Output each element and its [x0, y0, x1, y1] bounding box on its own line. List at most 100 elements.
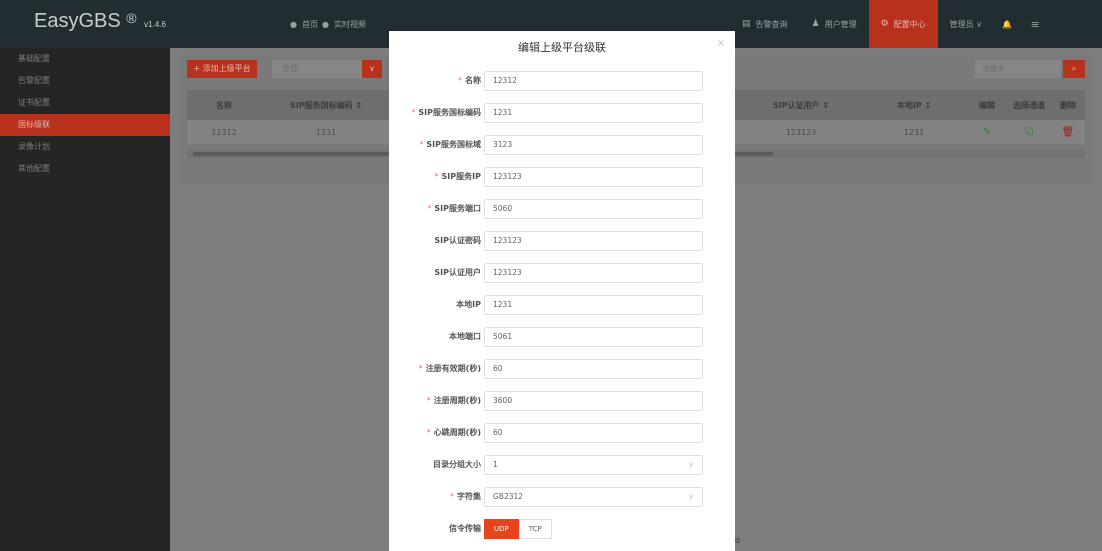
delete-icon[interactable]: 🗑 [1051, 120, 1085, 144]
logo-text: EasyGBS [34, 10, 121, 32]
col-local-ip[interactable]: 本地IP ↕ [861, 90, 967, 120]
cell-sip-code: 1231 [315, 127, 337, 137]
select-value: GB2312 [493, 492, 524, 501]
logo-reg-mark: ® [126, 10, 137, 26]
sidebar: 基础配置 告警配置 证书配置 国标级联 录像计划 其他配置 [0, 48, 170, 551]
field-label: 字符集 [457, 492, 481, 501]
dialog-title: 编辑上级平台级联 [518, 41, 606, 54]
register-expiry-input[interactable]: 60 [484, 359, 703, 379]
bell-icon: 🔔 [1002, 19, 1013, 29]
sip-code-input[interactable]: 1231 [484, 103, 703, 123]
field-heartbeat-interval: * 心跳周期(秒) 60 [389, 423, 735, 443]
field-register-interval: * 注册周期(秒) 3600 [389, 391, 735, 411]
sidebar-item-gb-cascade[interactable]: 国标级联 [0, 114, 170, 136]
top-nav: ▤ 告警查询 ♟ 用户管理 ⚙ 配置中心 管理员 ∨ 🔔 ≡ [730, 0, 1050, 48]
catalog-group-size-select[interactable]: 1 ∨ [484, 455, 703, 475]
required-mark: * [434, 172, 439, 181]
sidebar-item-cert-config[interactable]: 证书配置 [0, 92, 170, 114]
col-auth-user[interactable]: SIP认证用户 ↕ [741, 90, 861, 120]
nav-home-label: 首页 [301, 19, 318, 29]
home-icon: ● [290, 19, 297, 29]
cell-name: 12312 [211, 127, 237, 137]
transport-udp-button[interactable]: UDP [484, 519, 519, 539]
sidebar-item-record-plan[interactable]: 录像计划 [0, 136, 170, 158]
col-sip-code[interactable]: SIP服务国标编码 ↕ [261, 90, 391, 120]
required-mark: * [411, 108, 416, 117]
hamburger-icon: ≡ [1030, 17, 1040, 31]
heartbeat-interval-input[interactable]: 60 [484, 423, 703, 443]
select-value: 1 [493, 460, 498, 469]
field-label: SIP服务IP [441, 172, 481, 181]
notification-button[interactable]: 🔔 [994, 0, 1020, 48]
field-label: SIP认证密码 [434, 236, 481, 245]
field-label: 本地IP [456, 300, 481, 309]
edit-icon[interactable]: ✎ [967, 120, 1007, 144]
field-catalog-group-size: 目录分组大小 1 ∨ [389, 455, 735, 475]
nav-live-video-label: 实时视频 [333, 19, 366, 29]
charset-select[interactable]: GB2312 ∨ [484, 487, 703, 507]
admin-dropdown[interactable]: 管理员 ∨ [938, 0, 994, 48]
sidebar-item-alarm-config[interactable]: 告警配置 [0, 70, 170, 92]
search-icon[interactable]: ⌕ [1063, 60, 1085, 78]
nav-config-center[interactable]: ⚙ 配置中心 [868, 0, 938, 48]
field-sip-port: * SIP服务端口 5060 [389, 199, 735, 219]
field-label: 本地端口 [449, 332, 481, 341]
field-label: 目录分组大小 [433, 460, 481, 469]
sip-auth-user-input[interactable]: 123123 [484, 263, 703, 283]
transport-tcp-button[interactable]: TCP [518, 519, 552, 539]
required-mark: * [426, 428, 431, 437]
cell-local-ip: 1231 [903, 127, 925, 137]
chevron-down-icon: ∨ [688, 492, 694, 501]
close-icon[interactable]: × [717, 38, 725, 49]
field-label: 注册周期(秒) [433, 396, 481, 405]
field-charset: * 字符集 GB2312 ∨ [389, 487, 735, 507]
sidebar-item-other-config[interactable]: 其他配置 [0, 158, 170, 180]
field-label: 名称 [465, 76, 481, 85]
register-interval-input[interactable]: 3600 [484, 391, 703, 411]
field-signal-transport: 信令传输 UDP TCP [389, 519, 735, 539]
edit-cascade-dialog: 编辑上级平台级联 × * 名称 12312 * SIP服务国标编码 1231 * SI… [389, 31, 735, 551]
gear-icon: ⚙ [880, 19, 889, 29]
col-name[interactable]: 名称 [187, 90, 261, 120]
name-input[interactable]: 12312 [484, 71, 703, 91]
menu-button[interactable]: ≡ [1020, 0, 1050, 48]
nav-config-label: 配置中心 [893, 19, 926, 29]
select-channel-icon[interactable]: ☑ [1007, 120, 1051, 144]
transport-radio-group: UDP TCP [484, 519, 552, 539]
nav-alarm-query[interactable]: ▤ 告警查询 [730, 0, 800, 48]
required-mark: * [419, 140, 424, 149]
nav-alarm-label: 告警查询 [755, 19, 788, 29]
field-name: * 名称 12312 [389, 71, 735, 91]
local-ip-input[interactable]: 1231 [484, 295, 703, 315]
local-port-input[interactable]: 5061 [484, 327, 703, 347]
sidebar-item-basic-config[interactable]: 基础配置 [0, 48, 170, 70]
chevron-down-icon[interactable]: ∨ [362, 60, 382, 78]
field-register-expiry: * 注册有效期(秒) 60 [389, 359, 735, 379]
admin-label: 管理员 ∨ [949, 19, 983, 29]
video-icon: ● [322, 19, 329, 29]
field-local-port: 本地端口 5061 [389, 327, 735, 347]
sip-auth-password-input[interactable]: 123123 [484, 231, 703, 251]
field-local-ip: 本地IP 1231 [389, 295, 735, 315]
sip-ip-input[interactable]: 123123 [484, 167, 703, 187]
required-mark: * [427, 204, 432, 213]
field-sip-domain: * SIP服务国标域 3123 [389, 135, 735, 155]
chevron-down-icon: ∨ [688, 460, 694, 469]
field-label: 注册有效期(秒) [425, 364, 481, 373]
field-label: SIP服务端口 [434, 204, 481, 213]
required-mark: * [426, 396, 431, 405]
field-sip-code: * SIP服务国标编码 1231 [389, 103, 735, 123]
list-icon: ▤ [742, 19, 751, 29]
sip-port-input[interactable]: 5060 [484, 199, 703, 219]
search-input[interactable]: 关键字 [975, 60, 1061, 78]
nav-user-management[interactable]: ♟ 用户管理 [800, 0, 869, 48]
field-label: 信令传输 [449, 524, 481, 533]
version-label: v1.4.6 [144, 20, 166, 29]
nav-live-video[interactable]: ● 实时视频 [322, 0, 366, 48]
field-sip-ip: * SIP服务IP 123123 [389, 167, 735, 187]
sip-domain-input[interactable]: 3123 [484, 135, 703, 155]
user-icon: ♟ [811, 19, 820, 29]
cell-auth-user: 123123 [785, 127, 817, 137]
nav-home[interactable]: ● 首页 [290, 0, 318, 48]
add-platform-button[interactable]: + 添加上级平台 [187, 60, 257, 78]
